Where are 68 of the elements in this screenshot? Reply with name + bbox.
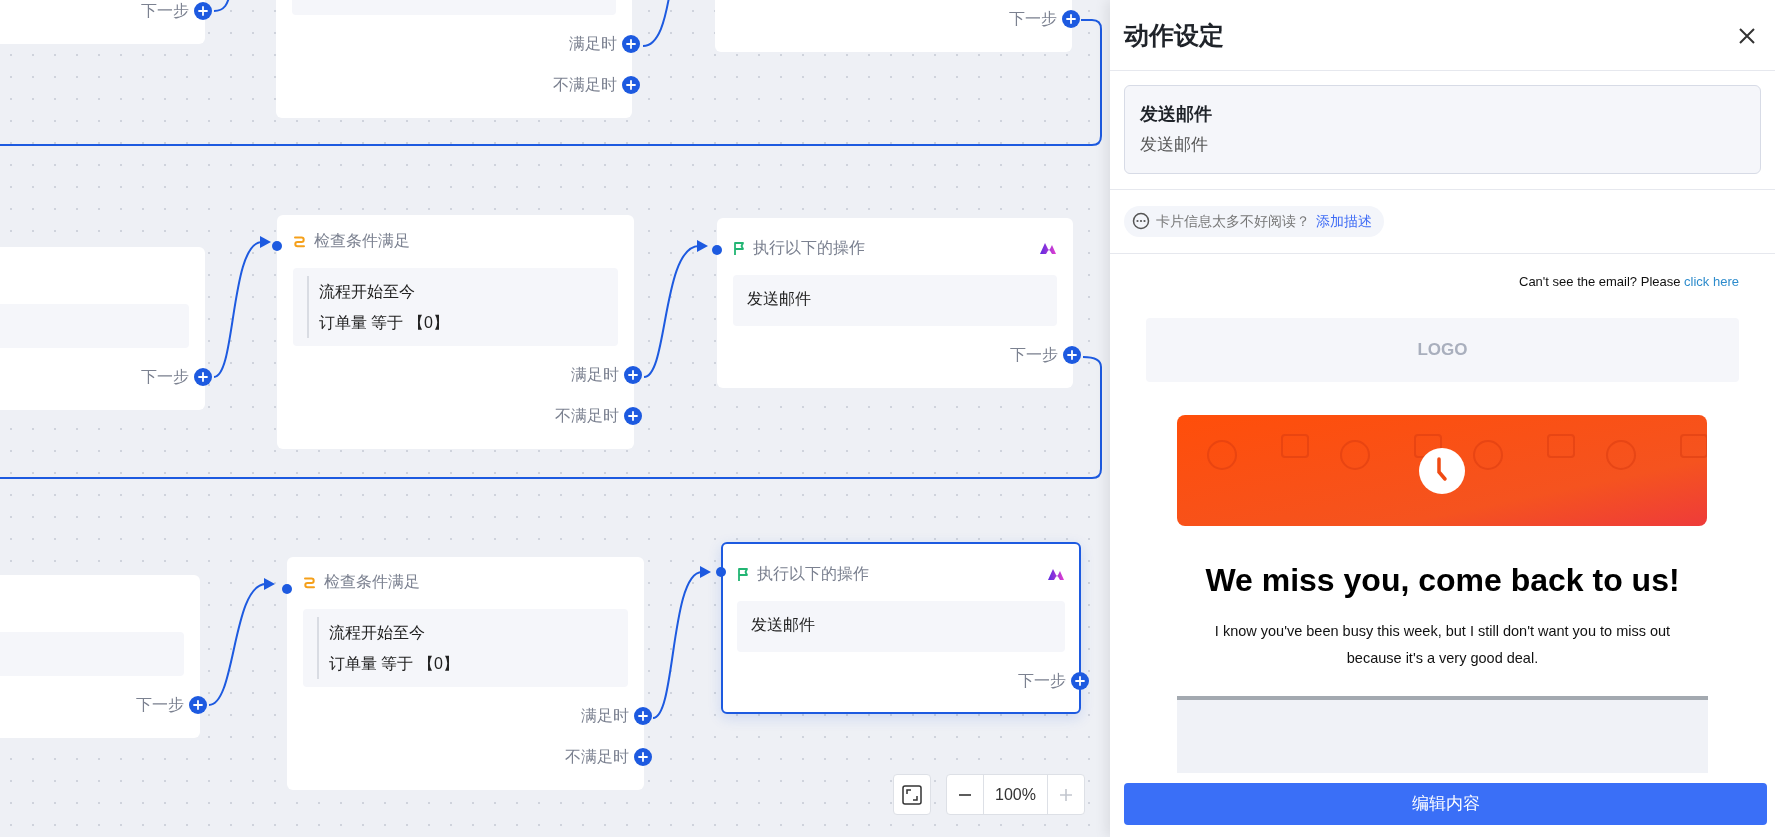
plus-icon <box>626 39 636 49</box>
logo: LOGO <box>1146 317 1739 382</box>
panel-title: 动作设定 <box>1124 20 1224 50</box>
output-label: 下一步 <box>141 1 189 21</box>
condition-text: 订单量 等于 【0】 <box>319 313 450 333</box>
plus-icon <box>628 370 638 380</box>
add-step-button[interactable] <box>194 2 212 20</box>
add-description-link[interactable]: 添加描述 <box>1316 210 1372 232</box>
node-title: 检查条件满足 <box>314 231 410 251</box>
condition-text: 流程开始至今 <box>329 623 426 643</box>
node-title: 检查条件满足 <box>324 572 420 592</box>
add-step-button[interactable] <box>1062 10 1080 28</box>
hint-text: 卡片信息太多不好阅读？ <box>1156 211 1310 231</box>
zoom-level: 100% <box>982 775 1049 814</box>
condition-text: 订单量 等于 【0】 <box>329 654 460 674</box>
add-step-button[interactable] <box>622 76 640 94</box>
port-dot <box>282 584 292 594</box>
plus-icon <box>638 711 648 721</box>
add-step-button[interactable] <box>624 407 642 425</box>
add-step-button[interactable] <box>624 366 642 384</box>
output-label: 不满足时 <box>565 747 629 767</box>
port-dot <box>712 245 722 255</box>
node-title: 执行以下的操作 <box>757 564 870 584</box>
email-body: I know you've been busy this week, but I still don't want you to miss out because it's a very good deal. <box>1213 621 1672 668</box>
fit-icon <box>902 784 922 805</box>
output-label: 满足时 <box>581 706 629 726</box>
fit-view-button[interactable] <box>893 774 931 815</box>
add-step-button[interactable] <box>194 368 212 386</box>
add-step-button[interactable] <box>622 35 640 53</box>
add-step-button[interactable] <box>1071 672 1089 690</box>
plus-icon <box>198 6 208 16</box>
output-label: 不满足时 <box>555 406 619 426</box>
summary-title: 发送邮件 <box>1140 103 1213 126</box>
plus-icon <box>626 80 636 90</box>
action-text: 发送邮件 <box>733 275 1057 326</box>
plus-icon <box>198 372 208 382</box>
output-label: 下一步 <box>1009 9 1057 29</box>
output-label: 下一步 <box>141 367 189 387</box>
output-label: 下一步 <box>136 695 184 715</box>
add-step-button[interactable] <box>634 748 652 766</box>
summary-subtitle: 发送邮件 <box>1140 134 1209 156</box>
email-notice: Can't see the email? Please click here <box>1518 273 1739 291</box>
plus-icon <box>1066 14 1076 24</box>
plus-icon <box>193 700 203 710</box>
flag-icon <box>733 240 745 256</box>
output-label: 满足时 <box>571 365 619 385</box>
email-heading: We miss you, come back to us! <box>1204 560 1681 600</box>
condition-text: 流程开始至今 <box>319 282 416 302</box>
node-title: 执行以下的操作 <box>753 238 866 258</box>
plus-icon <box>628 411 638 421</box>
add-step-button[interactable] <box>634 707 652 725</box>
output-label: 不满足时 <box>553 75 617 95</box>
edit-content-button[interactable]: 编辑内容 <box>1124 783 1767 825</box>
plus-icon <box>1067 350 1077 360</box>
output-label: 满足时 <box>569 34 617 54</box>
chat-icon <box>1132 212 1150 230</box>
click-here-link[interactable]: click here <box>1684 274 1739 289</box>
output-label: 下一步 <box>1010 345 1058 365</box>
plus-icon <box>638 752 648 762</box>
add-step-button[interactable] <box>1063 346 1081 364</box>
plus-icon <box>1059 787 1074 802</box>
flag-icon <box>737 566 749 582</box>
port-dot <box>272 241 282 251</box>
close-icon <box>1738 26 1756 45</box>
output-label: 下一步 <box>1018 671 1066 691</box>
add-step-button[interactable] <box>189 696 207 714</box>
plus-icon <box>1075 676 1085 686</box>
action-text: 发送邮件 <box>737 601 1065 652</box>
